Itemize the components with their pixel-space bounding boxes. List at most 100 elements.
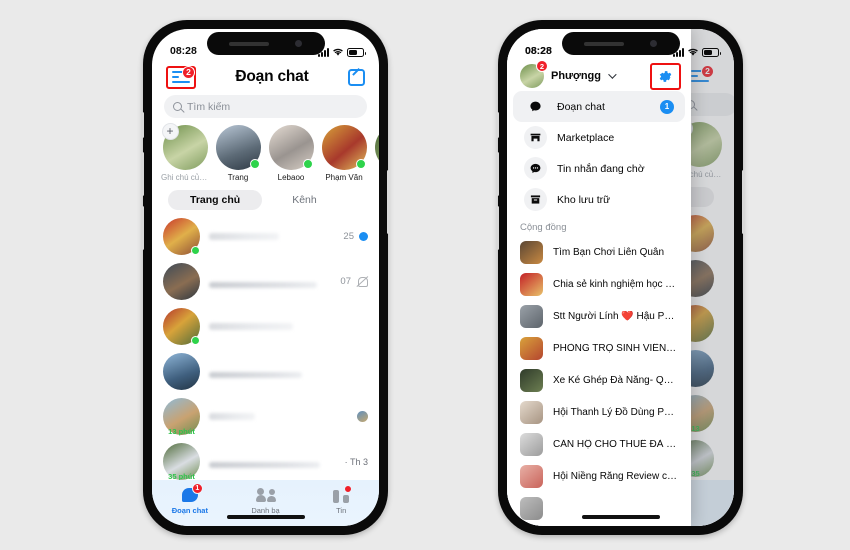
volume-up-button[interactable] [141, 152, 144, 196]
status-time: 08:28 [170, 45, 197, 57]
community-avatar [520, 368, 543, 392]
bottom-nav-item-stories[interactable]: Tin [303, 484, 379, 515]
search-input[interactable]: Tìm kiếm [164, 95, 367, 118]
plus-icon[interactable]: + [161, 123, 179, 140]
home-indicator [581, 515, 660, 519]
chat-list[interactable]: 25 07 13 phút 35 phút · Th 3 [152, 214, 379, 484]
community-item[interactable] [507, 492, 691, 524]
volume-up-button[interactable] [496, 152, 499, 196]
community-label: Hội Thanh Lý Đồ Dùng Phòng T... [553, 406, 678, 418]
avatar[interactable] [163, 353, 200, 390]
chat-preview [209, 275, 331, 288]
avatar[interactable]: 13 phút [163, 398, 200, 436]
battery-icon [702, 48, 721, 57]
unread-dot [359, 232, 368, 241]
community-item[interactable]: Hội Thanh Lý Đồ Dùng Phòng T... [507, 396, 691, 428]
chat-row[interactable]: 13 phút [152, 394, 379, 439]
online-dot [191, 246, 200, 255]
community-avatar [520, 240, 543, 264]
avatar[interactable] [163, 308, 200, 345]
power-button[interactable] [387, 170, 390, 234]
chat-meta [357, 411, 368, 422]
community-item[interactable]: CĂN HỘ CHO THUÊ ĐÀ NẴNG [507, 428, 691, 460]
drawer-header: 2 Phượngg [507, 59, 691, 91]
online-dot [191, 336, 200, 345]
power-button[interactable] [742, 170, 745, 234]
online-dot [249, 159, 260, 169]
drawer-item-label: Đoạn chat [557, 100, 605, 113]
community-avatar [520, 272, 543, 296]
avatar[interactable]: 35 phút [163, 443, 200, 481]
community-item[interactable]: Stt Người Lính ❤️ Hậu Phương [507, 300, 691, 332]
tab-row[interactable]: Trang chủ Kênh [152, 184, 379, 214]
bottom-nav[interactable]: 1 Đoạn chat Danh bạ Tin [152, 480, 379, 526]
chat-snippet-redacted [209, 372, 302, 378]
bottom-nav-item-chats[interactable]: 1 Đoạn chat [152, 483, 228, 515]
story-item[interactable] [373, 125, 379, 182]
story-label: Lebaoo [277, 173, 305, 182]
chat-name-redacted [209, 233, 280, 240]
chat-snippet-redacted [209, 282, 317, 288]
active-status: 13 phút [168, 427, 195, 436]
drawer-item-chats[interactable]: Đoạn chat 1 [513, 91, 685, 122]
stories-bars-icon [303, 484, 379, 504]
status-indicators [673, 47, 721, 57]
community-avatar [520, 464, 543, 488]
drawer-item-badge: 1 [660, 99, 674, 114]
seen-avatar [357, 411, 368, 422]
community-item[interactable]: PHÒNG TRỌ SINH VIÊN ĐÀ NẴ... [507, 332, 691, 364]
community-item[interactable]: Xe Ké Ghép Đà Nẵng- Quảng n... [507, 364, 691, 396]
community-item[interactable]: Hội Niềng Răng Review có tâm [507, 460, 691, 492]
nav-badge-dot [344, 484, 353, 493]
profile-badge: 2 [535, 60, 548, 72]
bell-muted-icon [356, 276, 368, 288]
mute-switch[interactable] [496, 112, 499, 138]
volume-down-button[interactable] [141, 206, 144, 250]
chat-row[interactable] [152, 304, 379, 349]
tab-kenh[interactable]: Kênh [292, 194, 317, 206]
community-item[interactable]: Tìm Bạn Chơi Liên Quân [507, 236, 691, 268]
story-row[interactable]: + Ghi chú của b... Trang Le [152, 118, 379, 184]
story-item[interactable]: Phạm Văn [320, 125, 368, 182]
online-dot [355, 159, 366, 169]
mute-switch[interactable] [141, 112, 144, 138]
compose-pencil-icon[interactable] [347, 68, 365, 86]
chat-row[interactable]: 35 phút · Th 3 [152, 439, 379, 484]
volume-down-button[interactable] [496, 206, 499, 250]
profile-switcher[interactable]: 2 Phượngg [520, 60, 617, 88]
chat-preview [209, 323, 359, 330]
chat-row[interactable]: 07 [152, 259, 379, 304]
gear-icon[interactable] [658, 69, 673, 84]
menu-button-highlight: 2 [166, 65, 196, 89]
avatar[interactable]: 2 [520, 60, 548, 88]
drawer-item-pending[interactable]: Tin nhắn đang chờ [513, 153, 685, 184]
chat-preview [209, 413, 348, 420]
community-label: Chia sẻ kinh nghiệm học Tiếng... [553, 278, 678, 290]
left-phone-frame: 08:28 2 Đoạn chat Tìm kiếm + Ghi chú của… [141, 20, 390, 535]
notch [561, 32, 680, 55]
story-item[interactable]: Trang [214, 125, 262, 182]
section-label-community: Cộng đồng [520, 222, 567, 233]
chat-row[interactable]: 25 [152, 214, 379, 259]
community-avatar [520, 304, 543, 328]
story-label: Phạm Văn [325, 173, 363, 182]
drawer-item-archive[interactable]: Kho lưu trữ [513, 184, 685, 215]
chat-row[interactable] [152, 349, 379, 394]
community-avatar [520, 400, 543, 424]
chevron-down-icon[interactable] [608, 70, 617, 79]
avatar[interactable] [163, 263, 200, 300]
search-icon [173, 102, 182, 111]
community-avatar [520, 336, 543, 360]
menu-list-icon[interactable]: 2 [172, 65, 195, 84]
profile-name: Phượngg [551, 70, 601, 82]
community-item[interactable]: Chia sẻ kinh nghiệm học Tiếng... [507, 268, 691, 300]
story-item[interactable]: + Ghi chú của b... [161, 123, 209, 182]
home-indicator [226, 515, 305, 519]
settings-button-highlight [650, 62, 681, 90]
avatar[interactable] [163, 218, 200, 255]
drawer-item-marketplace[interactable]: Marketplace [513, 122, 685, 153]
bottom-nav-item-contacts[interactable]: Danh bạ [228, 486, 304, 515]
tab-trang-chu[interactable]: Trang chủ [168, 190, 263, 210]
story-item[interactable]: Lebaoo [267, 125, 315, 182]
community-label: Stt Người Lính ❤️ Hậu Phương [553, 310, 678, 322]
